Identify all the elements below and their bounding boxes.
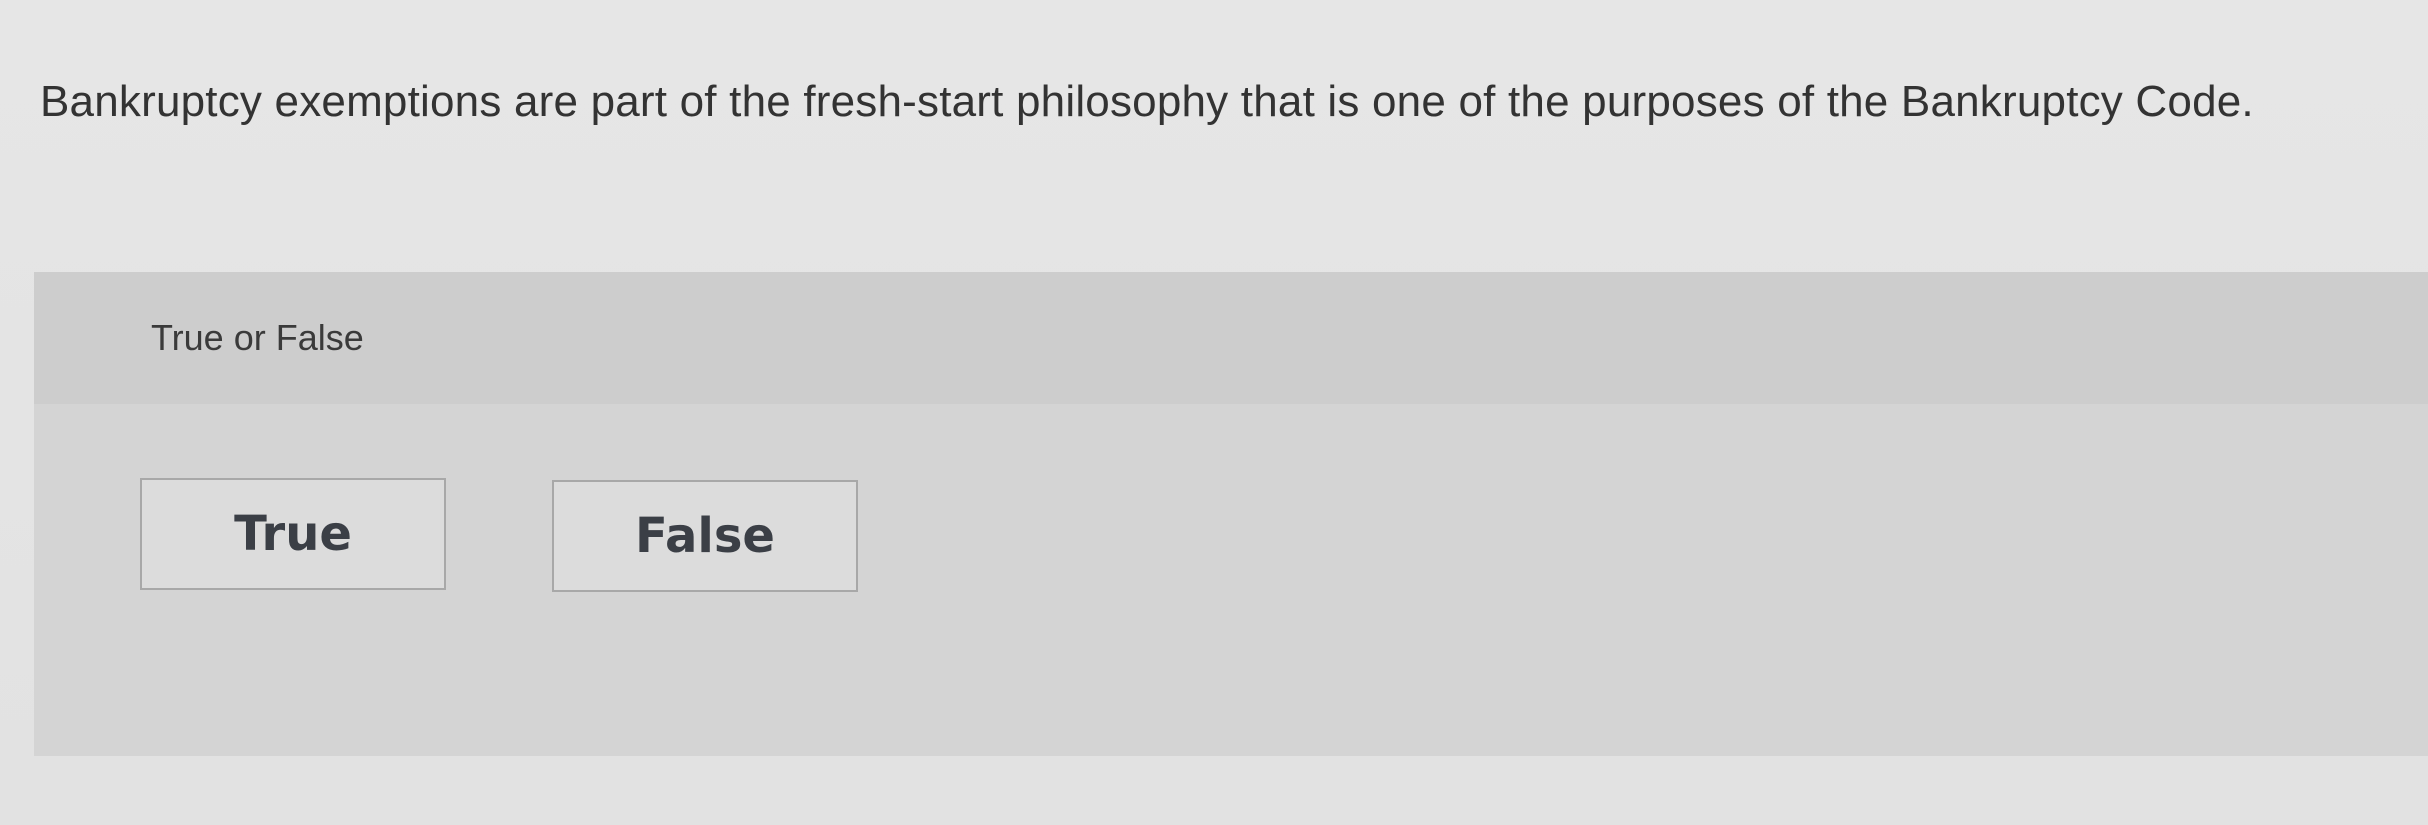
question-text: Bankruptcy exemptions are part of the fr… <box>40 77 2254 126</box>
false-button[interactable]: False <box>552 480 858 592</box>
true-button[interactable]: True <box>140 478 446 590</box>
answer-prompt: True or False <box>151 317 364 358</box>
answer-panel: True or False True False <box>34 272 2428 756</box>
answer-panel-header: True or False <box>34 272 2428 404</box>
